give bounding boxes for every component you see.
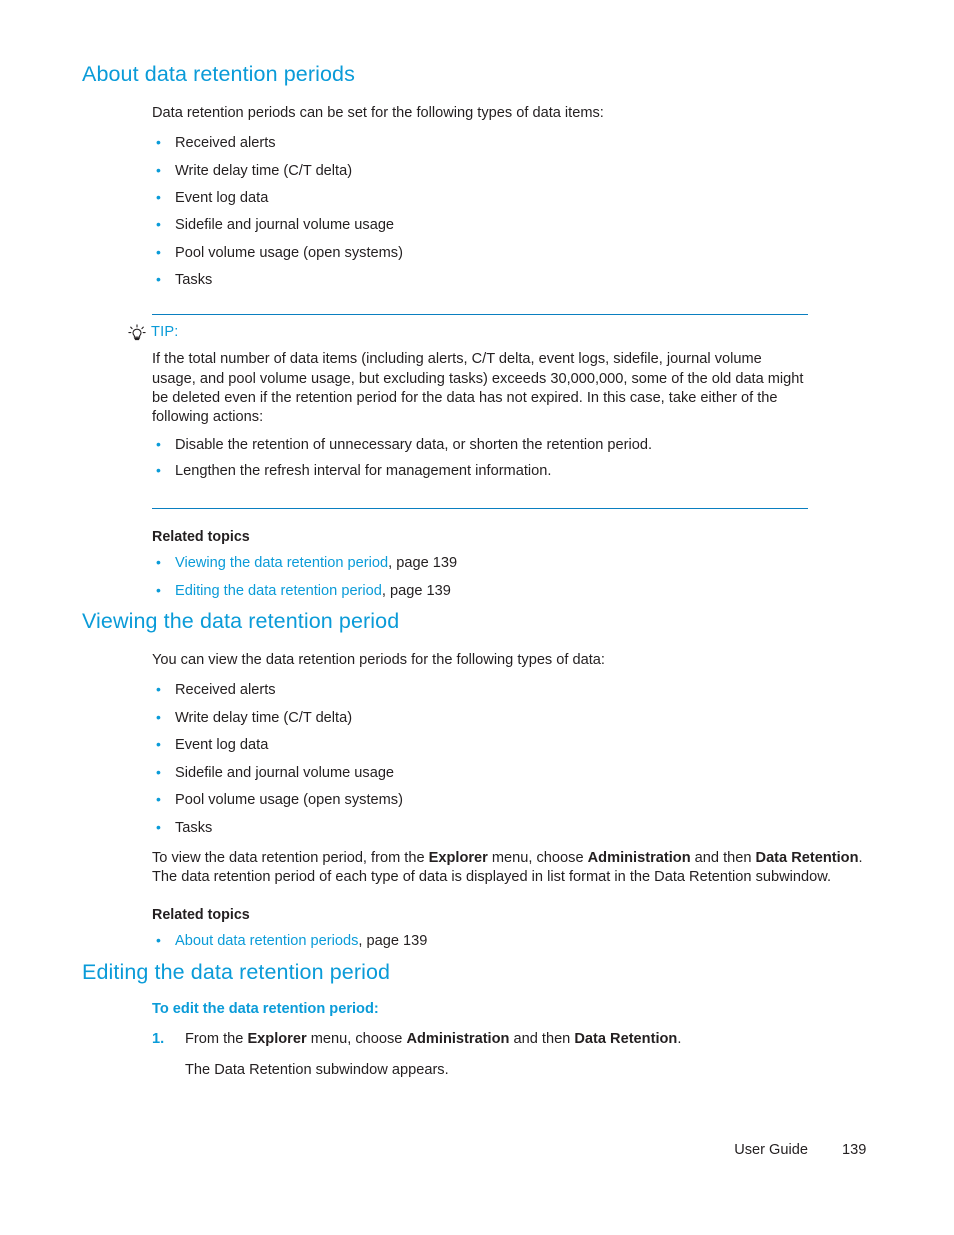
link-editing-data-retention-period[interactable]: Editing the data retention period bbox=[175, 583, 382, 599]
list-item: Tasks bbox=[152, 818, 872, 838]
about-intro-paragraph: Data retention periods can be set for th… bbox=[152, 104, 604, 121]
link-page-ref: , page 139 bbox=[358, 933, 428, 950]
related-topics-list: About data retention periods, page 139 bbox=[152, 931, 872, 951]
step-text: menu, choose bbox=[306, 1031, 407, 1048]
viewing-data-items-list: Received alerts Write delay time (C/T de… bbox=[152, 680, 872, 838]
list-item: Pool volume usage (open systems) bbox=[152, 243, 872, 263]
page-footer: User Guide 139 bbox=[82, 1142, 872, 1158]
page-title: About data retention periods bbox=[82, 62, 355, 86]
lightbulb-icon bbox=[128, 324, 146, 344]
tip-body-paragraph: If the total number of data items (inclu… bbox=[152, 351, 804, 426]
list-item: Write delay time (C/T delta) bbox=[152, 708, 872, 728]
about-data-items-list: Received alerts Write delay time (C/T de… bbox=[152, 133, 872, 290]
menu-item-administration: Administration bbox=[587, 849, 691, 866]
menu-name-explorer: Explorer bbox=[428, 849, 488, 866]
tip-callout-box: TIP: If the total number of data items (… bbox=[128, 314, 808, 510]
footer-guide-label: User Guide bbox=[734, 1142, 808, 1158]
list-item: Sidefile and journal volume usage bbox=[152, 763, 872, 783]
related-topics-list: Viewing the data retention period, page … bbox=[152, 553, 872, 601]
section-heading-editing: Editing the data retention period bbox=[82, 959, 391, 984]
procedure-step: 1. From the Explorer menu, choose Adminis… bbox=[152, 1030, 872, 1080]
list-item: Write delay time (C/T delta) bbox=[152, 161, 872, 181]
paragraph-text: To view the data retention period, from … bbox=[152, 849, 429, 866]
step-number: 1. bbox=[152, 1031, 165, 1048]
tip-label: TIP: bbox=[151, 324, 179, 341]
list-item: Disable the retention of unnecessary dat… bbox=[152, 435, 808, 455]
menu-item-administration: Administration bbox=[406, 1031, 510, 1048]
document-page: About data retention periods Data retent… bbox=[0, 0, 954, 1235]
step-result-text: The Data Retention subwindow appears. bbox=[185, 1062, 449, 1079]
section-editing-body: To edit the data retention period: 1. Fro… bbox=[152, 1001, 872, 1080]
menu-name-explorer: Explorer bbox=[247, 1031, 307, 1048]
section-about-body: Data retention periods can be set for th… bbox=[152, 104, 872, 291]
list-item: Editing the data retention period, page … bbox=[152, 581, 872, 601]
page-content: About data retention periods Data retent… bbox=[82, 62, 872, 1086]
list-item: Sidefile and journal volume usage bbox=[152, 215, 872, 235]
related-topics-heading: Related topics bbox=[152, 907, 250, 924]
link-page-ref: , page 139 bbox=[381, 582, 451, 599]
list-item: About data retention periods, page 139 bbox=[152, 931, 872, 951]
procedure-heading: To edit the data retention period: bbox=[152, 1001, 379, 1018]
list-item: Event log data bbox=[152, 188, 872, 208]
about-related-topics: Related topics Viewing the data retentio… bbox=[152, 529, 872, 600]
list-item: Pool volume usage (open systems) bbox=[152, 790, 872, 810]
list-item: Received alerts bbox=[152, 133, 872, 153]
step-text: and then bbox=[509, 1031, 575, 1048]
menu-item-data-retention: Data Retention bbox=[755, 849, 859, 866]
link-page-ref: , page 139 bbox=[388, 555, 458, 572]
paragraph-text: menu, choose bbox=[487, 849, 588, 866]
menu-item-data-retention: Data Retention bbox=[574, 1031, 678, 1048]
viewing-procedure-paragraph: To view the data retention period, from … bbox=[152, 849, 872, 888]
list-item: Tasks bbox=[152, 270, 872, 290]
list-item: Event log data bbox=[152, 735, 872, 755]
step-text: From the bbox=[185, 1031, 248, 1048]
footer-page-number: 139 bbox=[842, 1142, 867, 1158]
tip-header: TIP: bbox=[128, 324, 808, 344]
link-viewing-data-retention-period[interactable]: Viewing the data retention period bbox=[175, 555, 388, 571]
paragraph-text: and then bbox=[690, 849, 756, 866]
list-item: Lengthen the refresh interval for manage… bbox=[152, 461, 808, 481]
list-item: Received alerts bbox=[152, 680, 872, 700]
procedure-steps-list: 1. From the Explorer menu, choose Adminis… bbox=[152, 1030, 872, 1080]
step-text: . bbox=[677, 1031, 682, 1048]
link-about-data-retention-periods[interactable]: About data retention periods bbox=[175, 933, 358, 949]
section-viewing-body: You can view the data retention periods … bbox=[152, 651, 872, 951]
list-item: Viewing the data retention period, page … bbox=[152, 553, 872, 573]
section-heading-viewing: Viewing the data retention period bbox=[82, 609, 400, 634]
tip-action-list: Disable the retention of unnecessary dat… bbox=[152, 435, 808, 481]
viewing-intro-paragraph: You can view the data retention periods … bbox=[152, 652, 605, 669]
related-topics-heading: Related topics bbox=[152, 529, 250, 546]
